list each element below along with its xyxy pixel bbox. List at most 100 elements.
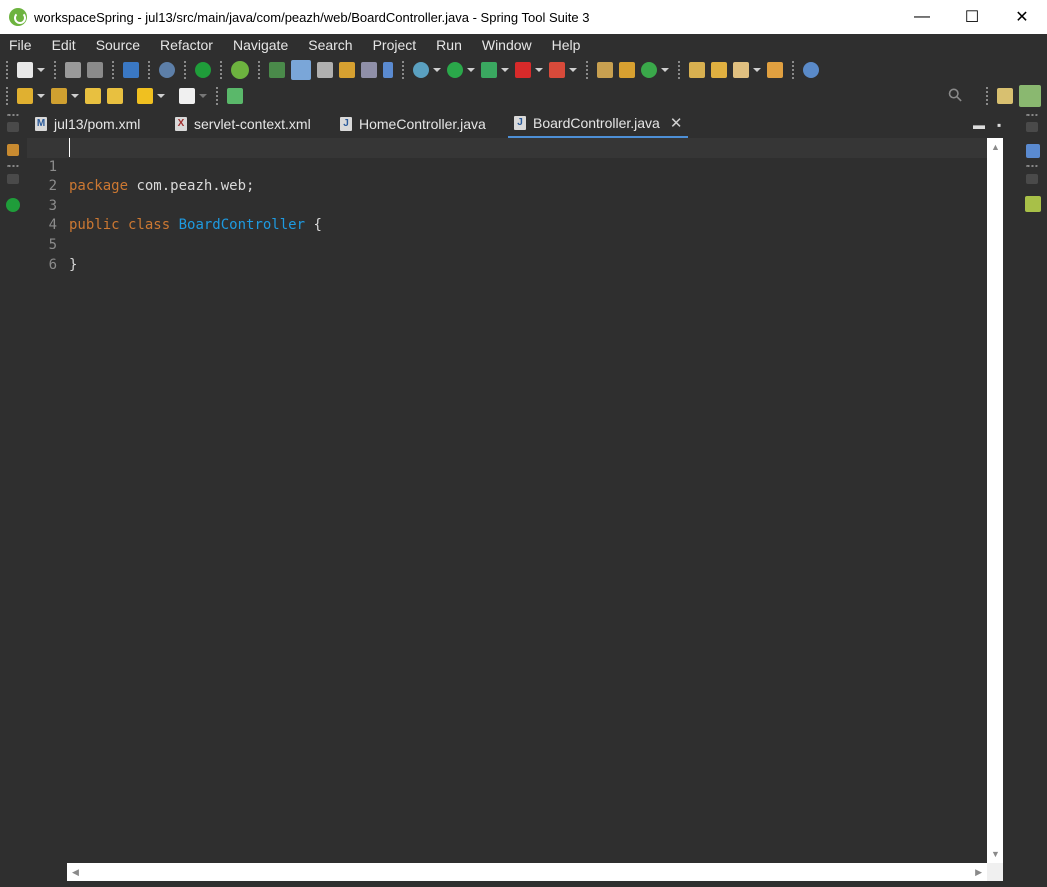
scroll-left-icon[interactable]: ◀ xyxy=(72,867,79,878)
task-list-icon[interactable] xyxy=(1026,144,1040,158)
spring-dashboard-icon[interactable] xyxy=(231,60,249,79)
menu-run[interactable]: Run xyxy=(426,34,472,56)
external-tools-icon[interactable] xyxy=(549,61,565,78)
scroll-down-icon[interactable]: ▼ xyxy=(991,849,1000,859)
toolbar-grip[interactable] xyxy=(586,60,590,79)
code-line[interactable]: 4 xyxy=(27,197,987,233)
new-package-icon[interactable] xyxy=(619,61,635,78)
toolbar-grip[interactable] xyxy=(112,60,116,79)
mark-occurrences-icon[interactable] xyxy=(291,59,311,80)
menu-navigate[interactable]: Navigate xyxy=(223,34,298,56)
menu-window[interactable]: Window xyxy=(472,34,542,56)
vertical-scrollbar[interactable]: ▲ ▼ xyxy=(987,138,1003,863)
new-dropdown-icon[interactable] xyxy=(37,67,45,72)
trim-grip[interactable] xyxy=(7,165,19,168)
new-icon[interactable] xyxy=(17,61,33,78)
menu-edit[interactable]: Edit xyxy=(42,34,86,56)
terminal-icon[interactable] xyxy=(123,61,139,78)
open-task-icon[interactable] xyxy=(711,61,727,78)
menu-project[interactable]: Project xyxy=(363,34,427,56)
stop-icon[interactable] xyxy=(515,61,531,78)
trim-grip[interactable] xyxy=(1026,114,1038,117)
toolbar-grip[interactable] xyxy=(258,60,262,79)
show-whitespace-icon[interactable] xyxy=(383,61,393,78)
next-annotation-icon[interactable] xyxy=(17,87,33,104)
debug-icon[interactable] xyxy=(413,61,429,78)
search-tool-icon[interactable] xyxy=(733,61,749,78)
block-selection-icon[interactable] xyxy=(317,61,333,78)
tab-home-controller[interactable]: J HomeController.java xyxy=(340,110,486,138)
new-java-project-icon[interactable] xyxy=(597,61,613,78)
code-editor[interactable]: 1 package com.peazh.web; 2 3 public clas… xyxy=(27,138,1003,863)
toolbar-grip[interactable] xyxy=(792,60,796,79)
code-line[interactable]: 2 xyxy=(27,158,987,194)
menu-refactor[interactable]: Refactor xyxy=(150,34,223,56)
toolbar-grip[interactable] xyxy=(678,60,682,79)
toolbar-grip[interactable] xyxy=(6,60,10,79)
new-class-dropdown-icon[interactable] xyxy=(661,67,669,72)
search-icon[interactable]: ⚲ xyxy=(943,83,967,107)
toggle-ant-icon[interactable] xyxy=(269,61,285,78)
stop-dropdown-icon[interactable] xyxy=(535,67,543,72)
code-line[interactable]: 5 } xyxy=(27,216,987,273)
code-line[interactable]: 1 package com.peazh.web; xyxy=(27,138,987,194)
restore-icon[interactable] xyxy=(1026,122,1038,132)
skip-breakpoints-icon[interactable] xyxy=(159,61,175,78)
spring-explorer-icon[interactable] xyxy=(1025,196,1041,212)
toolbar-grip[interactable] xyxy=(220,60,224,79)
debug-dropdown-icon[interactable] xyxy=(433,67,441,72)
menu-file[interactable]: File xyxy=(0,34,42,56)
scroll-up-icon[interactable]: ▲ xyxy=(991,142,1000,152)
code-line[interactable]: 3 public class BoardController { xyxy=(27,177,987,234)
trim-grip[interactable] xyxy=(7,114,19,117)
forward-dropdown-icon[interactable] xyxy=(199,93,207,98)
start-server-icon[interactable] xyxy=(195,61,211,78)
outline-icon[interactable] xyxy=(7,144,19,156)
previous-annotation-icon[interactable] xyxy=(51,87,67,104)
toolbar-grip[interactable] xyxy=(986,86,990,105)
servers-icon[interactable] xyxy=(6,198,20,212)
external-tools-dropdown-icon[interactable] xyxy=(569,67,577,72)
save-all-icon[interactable] xyxy=(87,61,103,78)
search-tool-dropdown-icon[interactable] xyxy=(753,67,761,72)
toolbar-grip[interactable] xyxy=(54,60,58,79)
run-dropdown-icon[interactable] xyxy=(467,67,475,72)
forward-edit-icon[interactable] xyxy=(107,87,123,104)
open-perspective-icon[interactable] xyxy=(997,87,1013,104)
spring-perspective-icon[interactable] xyxy=(1019,84,1041,107)
code-line[interactable]: 6 xyxy=(27,236,987,273)
minimize-button[interactable]: — xyxy=(897,0,947,34)
breadcrumb-icon[interactable] xyxy=(361,61,377,78)
save-icon[interactable] xyxy=(65,61,81,78)
tab-board-controller[interactable]: J BoardController.java ✕ xyxy=(508,110,689,138)
maximize-editor-icon[interactable]: ▪ xyxy=(997,118,1001,132)
next-annotation-dropdown-icon[interactable] xyxy=(37,93,45,98)
restore-icon[interactable] xyxy=(1026,174,1038,184)
menu-source[interactable]: Source xyxy=(86,34,150,56)
new-class-icon[interactable] xyxy=(641,61,657,78)
maximize-button[interactable]: ☐ xyxy=(947,0,997,34)
menu-search[interactable]: Search xyxy=(298,34,362,56)
word-wrap-icon[interactable] xyxy=(339,61,355,78)
previous-annotation-dropdown-icon[interactable] xyxy=(71,93,79,98)
horizontal-scrollbar[interactable]: ◀ ▶ xyxy=(67,863,987,881)
open-folder-icon[interactable] xyxy=(767,61,783,78)
toolbar-grip[interactable] xyxy=(216,86,220,105)
minimize-editor-icon[interactable]: ▬ xyxy=(973,118,985,132)
trim-grip[interactable] xyxy=(1026,165,1038,168)
tab-close-icon[interactable]: ✕ xyxy=(670,114,683,132)
back-arrow-icon[interactable] xyxy=(137,87,153,104)
toolbar-grip[interactable] xyxy=(6,86,10,105)
close-button[interactable]: ✕ xyxy=(997,0,1047,34)
scroll-right-icon[interactable]: ▶ xyxy=(975,867,982,878)
tab-servlet-context[interactable]: X servlet-context.xml xyxy=(175,110,311,138)
pin-editor-icon[interactable] xyxy=(227,87,243,104)
coverage-dropdown-icon[interactable] xyxy=(501,67,509,72)
restore-icon[interactable] xyxy=(7,122,19,132)
restore-icon[interactable] xyxy=(7,174,19,184)
open-type-icon[interactable] xyxy=(689,61,705,78)
run-icon[interactable] xyxy=(447,61,463,78)
toolbar-grip[interactable] xyxy=(148,60,152,79)
tab-pom-xml[interactable]: M jul13/pom.xml xyxy=(35,110,140,138)
menu-help[interactable]: Help xyxy=(542,34,591,56)
